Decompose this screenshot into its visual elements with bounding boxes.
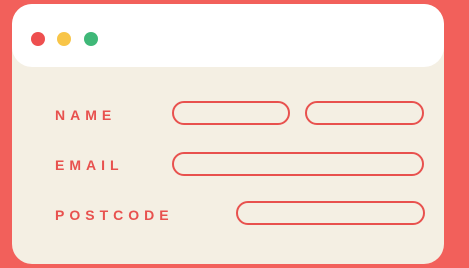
postcode-field[interactable] [236,201,425,225]
maximize-window-dot[interactable] [84,32,98,46]
email-field[interactable] [172,152,424,176]
postcode-label: POSTCODE [55,207,174,223]
minimize-window-dot[interactable] [57,32,71,46]
close-window-dot[interactable] [31,32,45,46]
title-bar [12,4,444,67]
browser-window: NAME EMAIL POSTCODE [12,4,444,264]
name-label: NAME [55,107,117,123]
first-name-field[interactable] [172,101,290,125]
email-label: EMAIL [55,157,124,173]
last-name-field[interactable] [305,101,424,125]
